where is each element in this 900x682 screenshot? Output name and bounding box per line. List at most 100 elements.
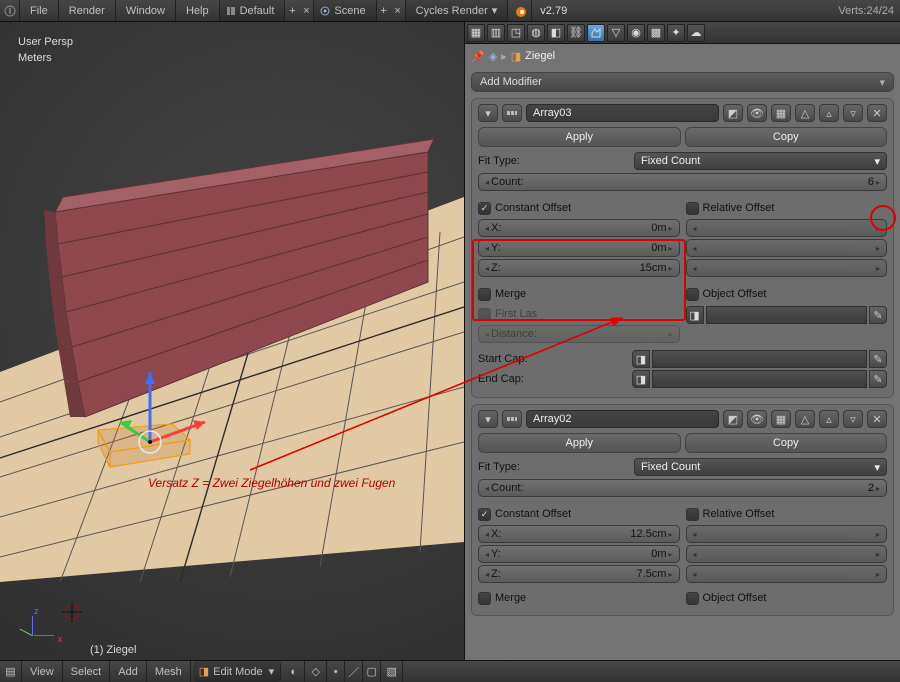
tab-physics-icon[interactable]: ☁ (687, 24, 705, 42)
tab-material-icon[interactable]: ◉ (627, 24, 645, 42)
select-face-icon[interactable]: ▢ (363, 661, 381, 682)
svg-text:i: i (8, 5, 10, 17)
const-z-field[interactable]: ◂Z:15cm▸ (478, 259, 680, 277)
render-toggle-icon[interactable]: ◩ (723, 104, 743, 122)
menu-window[interactable]: Window (116, 0, 176, 21)
scene-add-close[interactable]: +× (377, 0, 406, 21)
collapse-icon[interactable]: ▾ (478, 104, 498, 122)
cage-toggle-icon[interactable]: △ (795, 410, 815, 428)
footer-add[interactable]: Add (110, 661, 147, 682)
rel-x-field[interactable]: ◂0.000▸ (686, 219, 888, 237)
cube-icon[interactable]: ◨ (632, 370, 650, 388)
tab-layers-icon[interactable]: ▥ (487, 24, 505, 42)
add-modifier-label: Add Modifier (480, 76, 542, 88)
menu-file[interactable]: File (20, 0, 59, 21)
scene-icon: ◈ (489, 50, 497, 63)
edit-toggle-icon[interactable]: ▦ (771, 104, 791, 122)
delete-modifier-button[interactable]: ✕ (867, 104, 887, 122)
end-cap-picker[interactable] (652, 370, 867, 388)
mode-dropdown[interactable]: ◨ Edit Mode ▾ (193, 661, 281, 682)
menu-render[interactable]: Render (59, 0, 116, 21)
apply-button[interactable]: Apply (478, 433, 681, 453)
annotation-text: Versatz Z = Zwei Ziegelhöhen und zwei Fu… (148, 476, 395, 490)
const-x-field[interactable]: ◂X:0m▸ (478, 219, 680, 237)
constant-offset-checkbox[interactable] (478, 508, 491, 521)
fit-type-dropdown[interactable]: Fixed Count ▾ (634, 152, 887, 170)
merge-checkbox[interactable] (478, 592, 491, 605)
tab-constraints-icon[interactable]: ⛓ (567, 24, 585, 42)
edit-toggle-icon[interactable]: ▦ (771, 410, 791, 428)
tab-render-icon[interactable]: ▦ (467, 24, 485, 42)
version-label: v2.79 (532, 0, 575, 21)
select-edge-icon[interactable]: ／ (345, 661, 363, 682)
add-modifier-dropdown[interactable]: Add Modifier ▾ (471, 72, 894, 92)
const-z-field[interactable]: ◂Z:7.5cm▸ (478, 565, 680, 583)
pin-icon[interactable]: 📌 (471, 50, 485, 63)
fit-type-dropdown[interactable]: Fixed Count▾ (634, 458, 887, 476)
modifier-name-input[interactable]: Array03 (526, 104, 719, 122)
tab-texture-icon[interactable]: ▩ (647, 24, 665, 42)
display-toggle-icon[interactable]: 👁 (747, 104, 767, 122)
count-field[interactable]: ◂ Count: 6 ▸ (478, 173, 887, 191)
copy-button[interactable]: Copy (685, 433, 888, 453)
constant-offset-checkbox[interactable] (478, 202, 491, 215)
eyedropper-icon[interactable]: ✎ (869, 306, 887, 324)
move-up-button[interactable]: ▵ (819, 410, 839, 428)
distance-field: ◂Distance:1cm▸ (478, 325, 680, 343)
relative-offset-checkbox[interactable] (686, 508, 699, 521)
shading-icon[interactable]: ◐ (283, 661, 305, 682)
footer-view[interactable]: View (22, 661, 63, 682)
eyedropper-icon[interactable]: ✎ (869, 350, 887, 368)
tab-scene-icon[interactable]: ◳ (507, 24, 525, 42)
editor-type-icon[interactable]: ▤ (0, 661, 22, 682)
const-y-field[interactable]: ◂Y:0m▸ (478, 545, 680, 563)
tab-data-icon[interactable]: ▽ (607, 24, 625, 42)
tab-particles-icon[interactable]: ✦ (667, 24, 685, 42)
display-toggle-icon[interactable]: 👁 (747, 410, 767, 428)
apply-button[interactable]: Apply (478, 127, 681, 147)
rel-y-field[interactable]: ◂0.000▸ (686, 545, 888, 563)
collapse-icon[interactable]: ▾ (478, 410, 498, 428)
copy-button[interactable]: Copy (685, 127, 888, 147)
cube-icon[interactable]: ◨ (686, 306, 704, 324)
modifier-name-input[interactable]: Array02 (526, 410, 719, 428)
object-offset-checkbox[interactable] (686, 288, 699, 301)
scene-dropdown[interactable]: Scene (314, 0, 376, 21)
engine-dropdown[interactable]: Cycles Render ▾ (406, 0, 509, 21)
tab-modifiers-icon[interactable] (587, 24, 605, 42)
start-cap-picker[interactable] (652, 350, 867, 368)
relative-offset-checkbox[interactable] (686, 202, 699, 215)
rel-y-field[interactable]: ◂0.000▸ (686, 239, 888, 257)
footer-mesh[interactable]: Mesh (147, 661, 191, 682)
object-offset-picker[interactable] (706, 306, 868, 324)
tab-world-icon[interactable]: ◍ (527, 24, 545, 42)
delete-modifier-button[interactable]: ✕ (867, 410, 887, 428)
eyedropper-icon[interactable]: ✎ (869, 370, 887, 388)
layout-add-close[interactable]: +× (285, 0, 314, 21)
rel-z-field[interactable]: ◂0.000▸ (686, 259, 888, 277)
merge-checkbox[interactable] (478, 288, 491, 301)
rel-x-field[interactable]: ◂1.000▸ (686, 525, 888, 543)
select-vert-icon[interactable]: • (327, 661, 345, 682)
cube-icon[interactable]: ◨ (632, 350, 650, 368)
move-up-button[interactable]: ▵ (819, 104, 839, 122)
const-y-field[interactable]: ◂Y:0m▸ (478, 239, 680, 257)
menu-help[interactable]: Help (176, 0, 220, 21)
layout-dropdown[interactable]: Default (220, 0, 286, 21)
object-offset-checkbox[interactable] (686, 592, 699, 605)
move-down-button[interactable]: ▿ (843, 104, 863, 122)
count-field[interactable]: ◂Count:2▸ (478, 479, 887, 497)
properties-tabs: ▦ ▥ ◳ ◍ ◧ ⛓ ▽ ◉ ▩ ✦ ☁ (465, 22, 900, 44)
info-icon[interactable]: i (0, 0, 20, 21)
3d-viewport[interactable]: User Persp Meters (1) Ziegel Versatz Z =… (0, 22, 464, 660)
move-down-button[interactable]: ▿ (843, 410, 863, 428)
cube-icon: ◨ (199, 665, 209, 678)
occlude-icon[interactable]: ▧ (381, 661, 403, 682)
pivot-icon[interactable]: ◇ (305, 661, 327, 682)
cage-toggle-icon[interactable]: △ (795, 104, 815, 122)
tab-object-icon[interactable]: ◧ (547, 24, 565, 42)
const-x-field[interactable]: ◂X:12.5cm▸ (478, 525, 680, 543)
rel-z-field[interactable]: ◂0.000▸ (686, 565, 888, 583)
footer-select[interactable]: Select (63, 661, 111, 682)
render-toggle-icon[interactable]: ◩ (723, 410, 743, 428)
